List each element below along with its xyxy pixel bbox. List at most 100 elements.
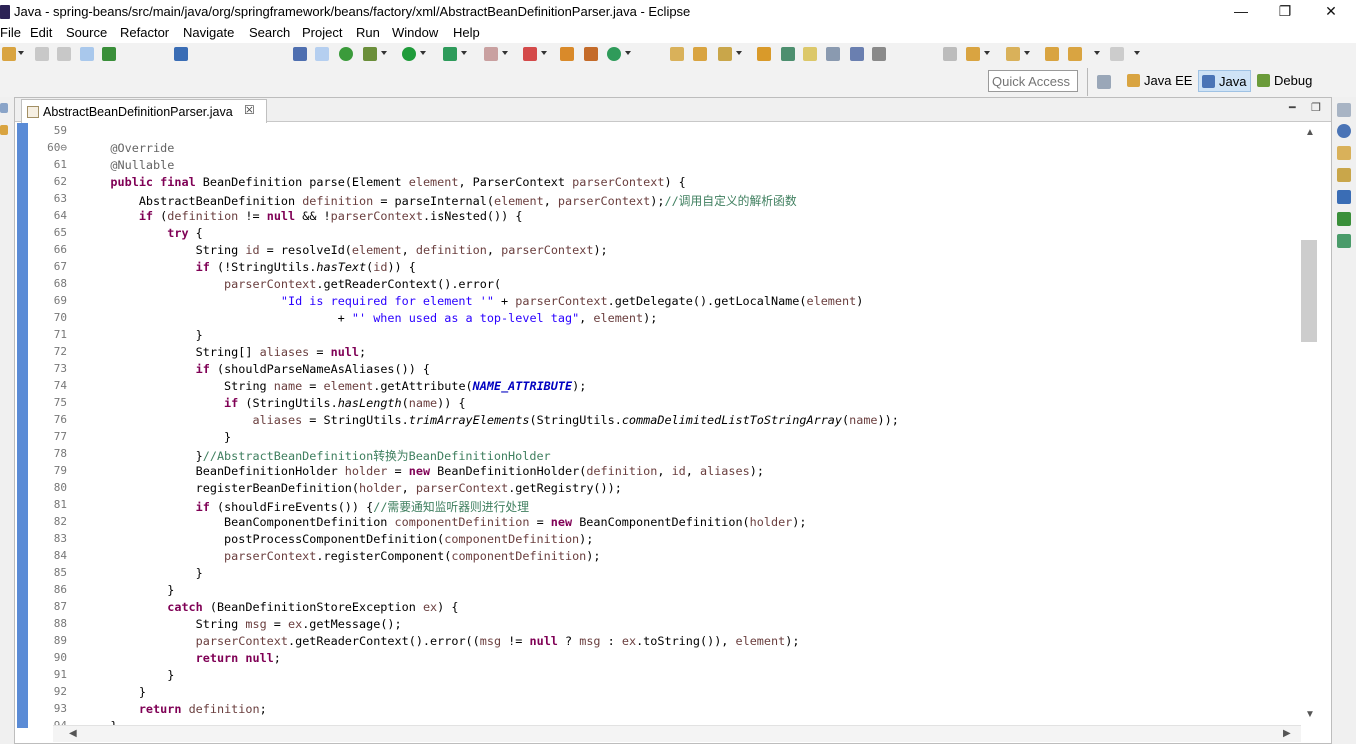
- code-line[interactable]: + "' when used as a top-level tag", elem…: [82, 311, 658, 325]
- chevron-right-icon[interactable]: ▶: [1283, 728, 1291, 739]
- vertical-scrollbar[interactable]: ▲ ▼: [1301, 123, 1317, 728]
- menu-file[interactable]: File: [0, 25, 21, 40]
- stop-icon[interactable]: [484, 47, 498, 61]
- show-whitespace-icon[interactable]: [803, 47, 817, 61]
- minimize-icon[interactable]: ━: [1289, 101, 1296, 114]
- code-line[interactable]: parserContext.getReaderContext().error(: [82, 277, 501, 291]
- pin-icon[interactable]: [293, 47, 307, 61]
- menu-source[interactable]: Source: [66, 25, 107, 40]
- code-line[interactable]: if (shouldFireEvents()) {//需要通知监听器则进行处理: [82, 498, 529, 515]
- chevron-down-icon[interactable]: [984, 51, 990, 55]
- refresh-icon[interactable]: [339, 47, 353, 61]
- code-line[interactable]: }: [82, 566, 203, 580]
- menu-edit[interactable]: Edit: [30, 25, 52, 40]
- maximize-icon[interactable]: ❐: [1311, 101, 1321, 114]
- open-type-icon[interactable]: [670, 47, 684, 61]
- task-list-icon[interactable]: [1337, 146, 1351, 160]
- chevron-down-icon[interactable]: [1024, 51, 1030, 55]
- open-perspective-icon[interactable]: [757, 47, 771, 61]
- run-ext-icon[interactable]: [443, 47, 457, 61]
- link-icon[interactable]: [80, 47, 94, 61]
- new-class-icon[interactable]: [607, 47, 621, 61]
- save-icon[interactable]: [35, 47, 49, 61]
- chevron-left-icon[interactable]: ◀: [69, 728, 77, 739]
- build-icon[interactable]: [560, 47, 574, 61]
- perspective-java[interactable]: Java: [1198, 70, 1252, 92]
- menu-project[interactable]: Project: [302, 25, 342, 40]
- code-line[interactable]: }: [82, 328, 203, 342]
- code-line[interactable]: parserContext.getReaderContext().error((…: [82, 634, 800, 648]
- menu-search[interactable]: Search: [249, 25, 290, 40]
- search-view-icon[interactable]: [1337, 168, 1351, 182]
- code-line[interactable]: registerBeanDefinition(holder, parserCon…: [82, 481, 622, 495]
- code-line[interactable]: }//AbstractBeanDefinition转换为BeanDefiniti…: [82, 447, 551, 464]
- server-icon[interactable]: [584, 47, 598, 61]
- quick-access-input[interactable]: [988, 70, 1078, 92]
- close-button[interactable]: ✕: [1308, 0, 1354, 24]
- chevron-down-icon[interactable]: [1094, 51, 1100, 55]
- perspective-debug[interactable]: Debug: [1254, 70, 1316, 92]
- prev-annotation-icon[interactable]: [966, 47, 980, 61]
- chevron-down-icon[interactable]: [736, 51, 742, 55]
- code-line[interactable]: "Id is required for element '" + parserC…: [82, 294, 863, 308]
- back-history-icon[interactable]: [1045, 47, 1059, 61]
- chevron-down-icon[interactable]: [18, 51, 24, 55]
- maximize-button[interactable]: ❐: [1262, 0, 1308, 24]
- chevron-down-icon[interactable]: [502, 51, 508, 55]
- minimize-button[interactable]: —: [1218, 0, 1264, 24]
- editor-tab[interactable]: AbstractBeanDefinitionParser.java ☒: [21, 99, 267, 123]
- code-line[interactable]: String name = element.getAttribute(NAME_…: [82, 379, 586, 393]
- restore-icon[interactable]: [1337, 103, 1351, 117]
- perspective-java-ee[interactable]: Java EE: [1124, 70, 1196, 92]
- code-line[interactable]: AbstractBeanDefinition definition = pars…: [82, 192, 797, 209]
- code-line[interactable]: if (!StringUtils.hasText(id)) {: [82, 260, 416, 274]
- outline-icon[interactable]: [1337, 124, 1351, 138]
- toggle-icon[interactable]: [315, 47, 329, 61]
- chevron-down-icon[interactable]: [461, 51, 467, 55]
- code-line[interactable]: String id = resolveId(element, definitio…: [82, 243, 608, 257]
- close-icon[interactable]: ☒: [244, 103, 255, 117]
- chevron-up-icon[interactable]: ▲: [1305, 127, 1315, 138]
- code-line[interactable]: try {: [82, 226, 203, 240]
- code-line[interactable]: }: [82, 583, 174, 597]
- save-all-icon[interactable]: [57, 47, 71, 61]
- annotation-icon[interactable]: [872, 47, 886, 61]
- menu-navigate[interactable]: Navigate: [183, 25, 234, 40]
- code-line[interactable]: }: [82, 685, 146, 699]
- code-line[interactable]: aliases = StringUtils.trimArrayElements(…: [82, 413, 898, 427]
- restore-icon[interactable]: [0, 103, 8, 113]
- block-select-icon[interactable]: [826, 47, 840, 61]
- code-line[interactable]: String msg = ex.getMessage();: [82, 617, 402, 631]
- code-line[interactable]: parserContext.registerComponent(componen…: [82, 549, 600, 563]
- last-edit-icon[interactable]: [1006, 47, 1020, 61]
- code-line[interactable]: public final BeanDefinition parse(Elemen…: [82, 175, 685, 189]
- overview-ruler[interactable]: [1317, 123, 1331, 728]
- scrollbar-thumb[interactable]: [1301, 240, 1317, 342]
- next-annotation-icon[interactable]: [943, 47, 957, 61]
- menu-window[interactable]: Window: [392, 25, 438, 40]
- paragraph-icon[interactable]: [850, 47, 864, 61]
- package-explorer-icon[interactable]: [0, 125, 8, 135]
- chevron-down-icon[interactable]: ▼: [1305, 709, 1315, 720]
- hierarchy-icon[interactable]: [1337, 234, 1351, 248]
- code-area[interactable]: @Override @Nullable public final BeanDef…: [82, 123, 1292, 728]
- horizontal-scrollbar[interactable]: ◀ ▶: [53, 725, 1301, 742]
- progress-icon[interactable]: [1337, 212, 1351, 226]
- menu-refactor[interactable]: Refactor: [120, 25, 169, 40]
- bug-icon[interactable]: [363, 47, 377, 61]
- open-perspective-icon[interactable]: [1097, 75, 1111, 89]
- forward-icon[interactable]: [1110, 47, 1124, 61]
- code-line[interactable]: BeanDefinitionHolder holder = new BeanDe…: [82, 464, 764, 478]
- code-line[interactable]: }: [82, 668, 174, 682]
- code-line[interactable]: postProcessComponentDefinition(component…: [82, 532, 593, 546]
- menu-run[interactable]: Run: [356, 25, 380, 40]
- highlight-icon[interactable]: [781, 47, 795, 61]
- code-line[interactable]: if (shouldParseNameAsAliases()) {: [82, 362, 430, 376]
- chevron-down-icon[interactable]: [381, 51, 387, 55]
- code-line[interactable]: if (definition != null && !parserContext…: [82, 209, 523, 223]
- code-line[interactable]: String[] aliases = null;: [82, 345, 367, 359]
- code-line[interactable]: catch (BeanDefinitionStoreException ex) …: [82, 600, 458, 614]
- code-line[interactable]: @Nullable: [82, 158, 174, 172]
- menu-help[interactable]: Help: [453, 25, 480, 40]
- code-line[interactable]: return null;: [82, 651, 281, 665]
